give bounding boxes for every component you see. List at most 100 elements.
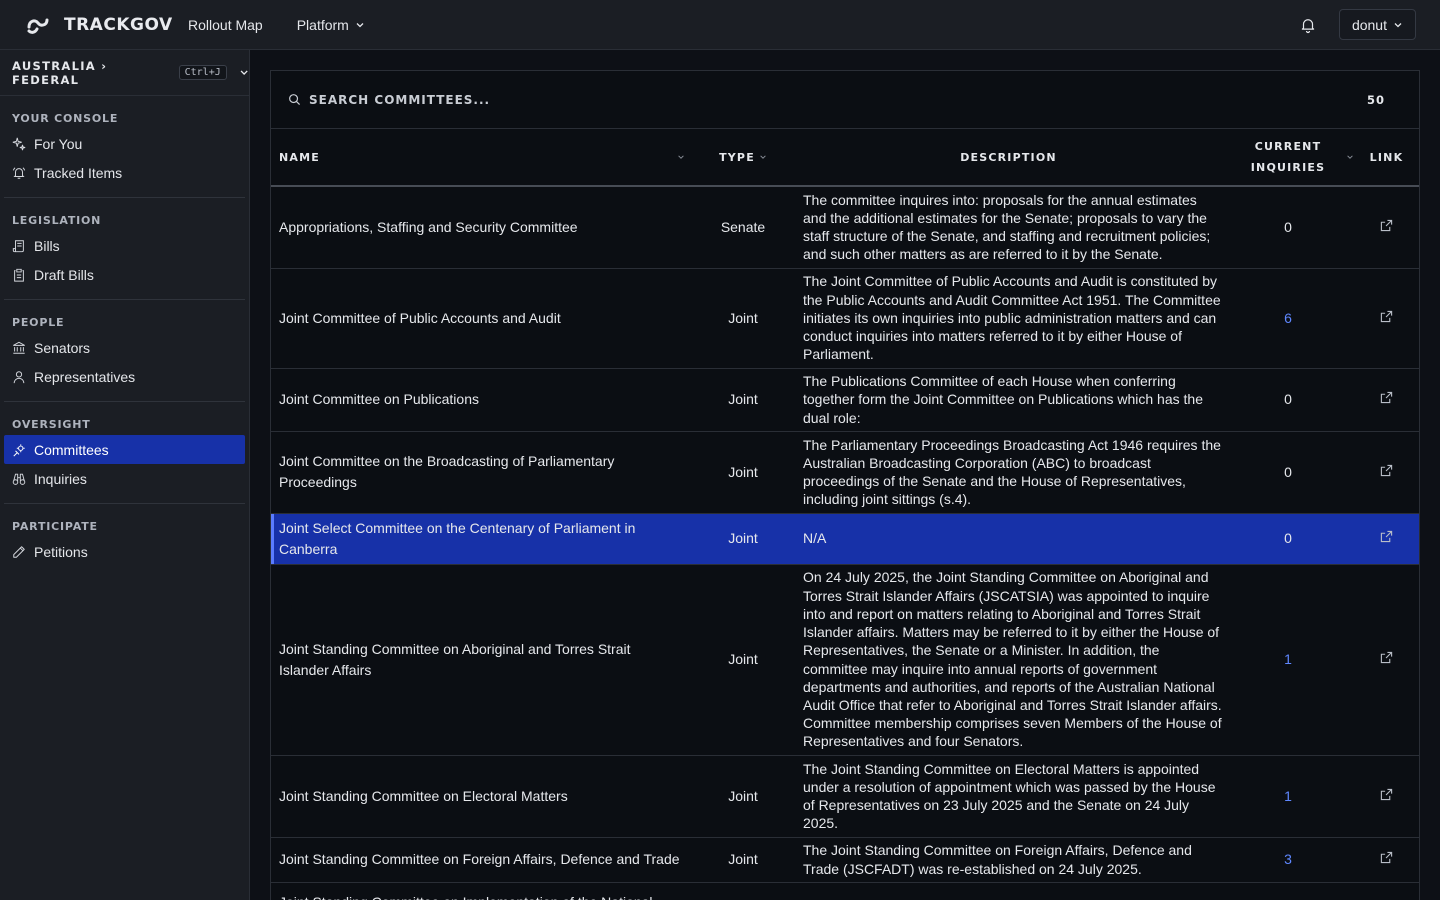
sidebar-item-inquiries[interactable]: Inquiries [4,464,245,493]
section-title: PARTICIPATE [12,520,98,533]
sidebar-item-bills[interactable]: Bills [4,231,245,260]
committee-type: Joint [691,755,795,838]
sidebar-item-label: Senators [34,339,91,356]
table-row[interactable]: Appropriations, Staffing and Security Co… [271,186,1419,269]
committee-name[interactable]: Joint Standing Committee on Implementati… [271,882,691,900]
committee-name[interactable]: Joint Standing Committee on Electoral Ma… [271,755,691,838]
notifications-bell-icon[interactable] [1299,16,1317,34]
sidebar-item-for-you[interactable]: For You [4,129,245,158]
section-title: PEOPLE [12,316,65,329]
section-title: YOUR CONSOLE [12,112,119,125]
sort-chevron-icon [760,155,766,159]
column-header-label: LINK [1369,150,1404,164]
table-row[interactable]: Joint Committee of Public Accounts and A… [271,268,1419,369]
current-inquiries-count: 0 [1222,431,1354,514]
committee-name[interactable]: Joint Committee of Public Accounts and A… [271,268,691,369]
sidebar-item-label: Bills [34,237,60,254]
scroll-icon [12,239,24,252]
external-link-icon [1380,788,1393,801]
column-header-label: INQUIRIES [1250,161,1326,174]
search-input[interactable] [309,92,1109,107]
committee-description: The Joint Committee of Public Accounts a… [795,268,1222,369]
committee-name[interactable]: Appropriations, Staffing and Security Co… [271,186,691,269]
committee-type: Joint [691,268,795,369]
current-inquiries-count[interactable]: 6 [1222,268,1354,369]
committee-name[interactable]: Joint Standing Committee on Foreign Affa… [271,837,691,883]
sidebar-section-legislation: LEGISLATION Bills Draft Bills [0,198,249,289]
column-header-link: LINK [1354,129,1419,187]
committee-description: The Publications Committee of each House… [795,368,1222,432]
sidebar-item-label: Tracked Items [34,164,123,181]
committees-table: NAME TYPE DESCRIPTION CURRENT INQUIRIES … [271,129,1419,900]
committees-panel: 50 NAME TYPE [270,70,1420,900]
current-inquiries-count: 0 [1222,513,1354,565]
column-header-label: NAME [279,150,320,164]
external-link-cell[interactable] [1354,837,1419,883]
current-inquiries-count: 0 [1222,186,1354,269]
external-link-cell[interactable] [1354,268,1419,369]
sidebar-section-console: YOUR CONSOLE For You Tracked Items [0,96,249,187]
table-row[interactable]: Joint Standing Committee on Electoral Ma… [271,755,1419,838]
column-header-description: DESCRIPTION [795,129,1222,187]
external-link-cell[interactable] [1354,431,1419,514]
sidebar-item-committees[interactable]: Committees [4,435,245,464]
section-title: OVERSIGHT [12,418,91,431]
current-inquiries-count[interactable]: 1 [1222,755,1354,838]
committee-name[interactable]: Joint Committee on the Broadcasting of P… [271,431,691,514]
table-row[interactable]: Joint Standing Committee on Implementati… [271,882,1419,900]
column-header-name[interactable]: NAME [271,129,691,187]
committee-description: The committee inquires into: proposals f… [795,186,1222,269]
current-inquiries-count[interactable]: 3 [1222,837,1354,883]
table-row[interactable]: Joint Standing Committee on Foreign Affa… [271,837,1419,883]
external-link-icon [1380,392,1393,404]
external-link-icon [1380,531,1393,543]
username: donut [1351,16,1387,33]
external-link-cell[interactable] [1354,513,1419,565]
external-link-cell[interactable] [1354,368,1419,432]
sidebar: AUSTRALIA › FEDERAL Ctrl+J YOUR CONSOLE … [0,50,250,900]
sidebar-item-label: Representatives [34,368,136,385]
app-logo[interactable]: TRACKGOV [26,13,188,37]
nav-rollout-map[interactable]: Rollout Map [188,17,263,33]
table-row[interactable]: Joint Standing Committee on Aboriginal a… [271,564,1419,756]
chevron-down-icon [1394,22,1402,27]
external-link-cell[interactable] [1354,882,1419,900]
committee-description: On 24 July 2025, the Joint Standing Comm… [795,564,1222,756]
committee-name[interactable]: Joint Standing Committee on Aboriginal a… [271,564,691,756]
cog-group-icon [13,443,25,456]
external-link-cell[interactable] [1354,186,1419,269]
pen-icon [13,545,25,558]
sidebar-item-petitions[interactable]: Petitions [4,537,245,566]
sidebar-item-tracked-items[interactable]: Tracked Items [4,158,245,187]
user-icon [13,370,25,383]
committee-description: N/A [795,513,1222,565]
nav-platform-dropdown[interactable]: Platform [297,17,365,33]
sidebar-item-representatives[interactable]: Representatives [4,362,245,391]
table-row[interactable]: Joint Select Committee on the Centenary … [271,513,1419,565]
sidebar-section-oversight: OVERSIGHT Committees Inquiries [0,402,249,493]
committee-name[interactable]: Joint Committee on Publications [271,368,691,432]
user-menu-button[interactable]: donut [1338,9,1416,40]
column-header-type[interactable]: TYPE [691,129,795,187]
page-size-selector[interactable]: 50 [1367,93,1385,107]
external-link-cell[interactable] [1354,564,1419,756]
jurisdiction-shortcut: Ctrl+J [178,65,227,80]
external-link-cell[interactable] [1354,755,1419,838]
sidebar-item-senators[interactable]: Senators [4,333,245,362]
bell-ring-icon [12,166,26,179]
column-header-current-inquiries[interactable]: CURRENT INQUIRIES [1222,129,1354,187]
sparkle-icon [12,137,26,150]
committee-type: Joint [691,837,795,883]
trackgov-logo-icon [27,18,49,34]
committee-name[interactable]: Joint Select Committee on the Centenary … [271,513,691,565]
current-inquiries-count: 0 [1222,368,1354,432]
sidebar-item-label: Committees [34,441,109,458]
table-row[interactable]: Joint Committee on the Broadcasting of P… [271,431,1419,514]
clipboard-icon [14,268,24,282]
current-inquiries-count[interactable]: 1 [1222,564,1354,756]
jurisdiction-selector[interactable]: AUSTRALIA › FEDERAL Ctrl+J [0,50,249,96]
table-row[interactable]: Joint Committee on Publications Joint The … [271,368,1419,432]
landmark-icon [13,341,25,354]
external-link-icon [1380,652,1393,664]
sidebar-item-draft-bills[interactable]: Draft Bills [4,260,245,289]
